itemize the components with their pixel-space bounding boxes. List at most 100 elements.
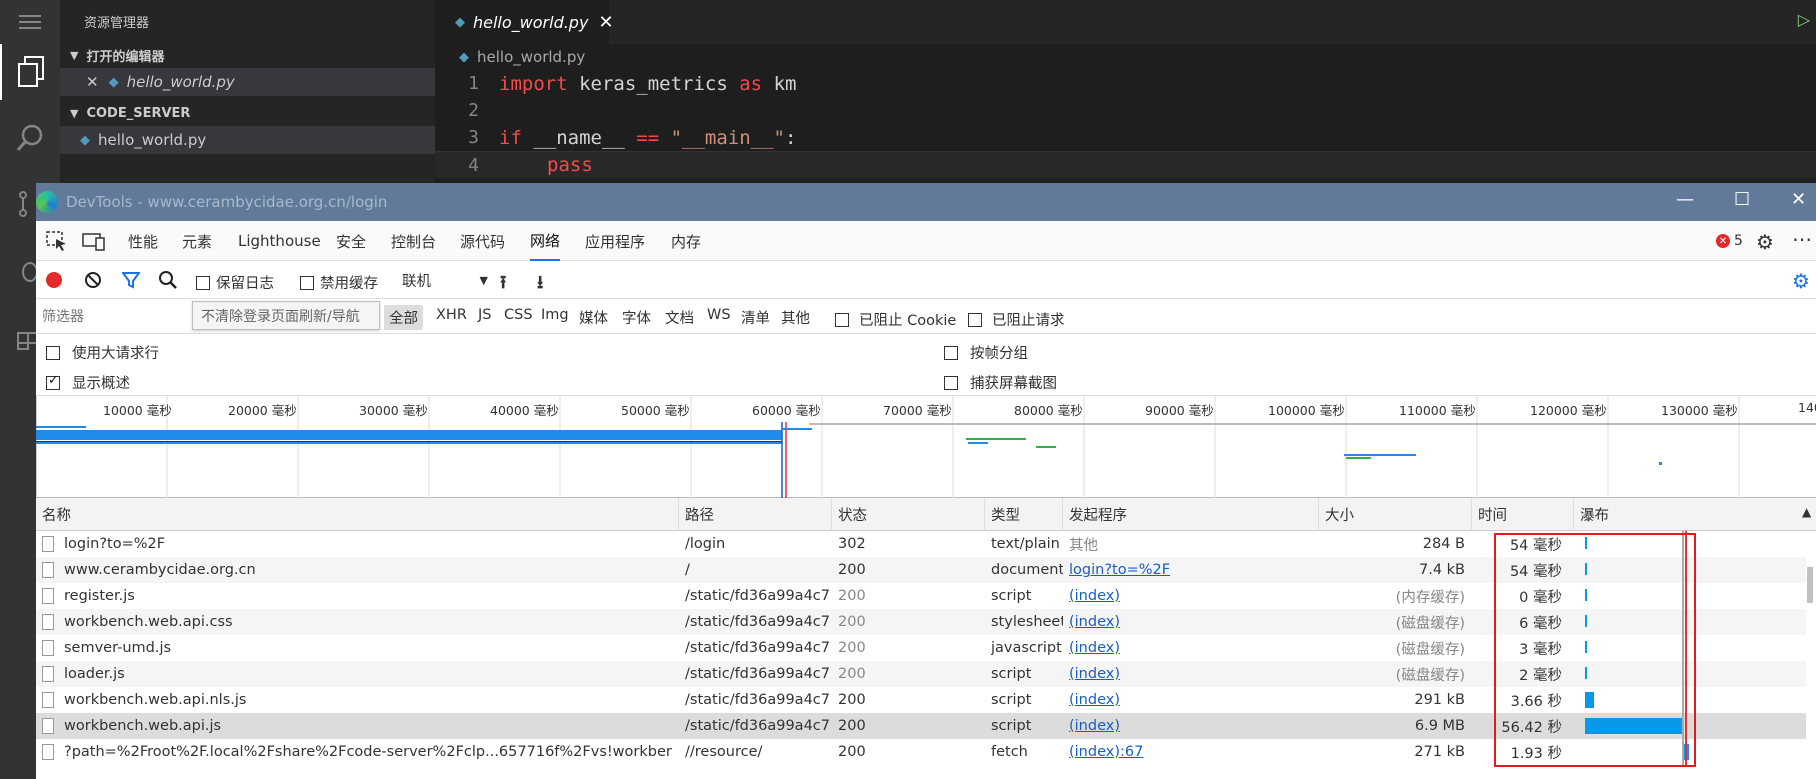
filter-icon[interactable] [121, 271, 141, 293]
checkbox[interactable] [968, 312, 982, 327]
more-options-icon[interactable]: ⋯ [1792, 227, 1812, 251]
cell-initiator[interactable]: (index) [1069, 713, 1319, 739]
devtools-title-bar[interactable]: DevTools - www.cerambycidae.org.cn/login… [36, 183, 1816, 221]
tree-file-item[interactable]: ◆ hello_world.py [60, 126, 435, 154]
disable-cache-checkbox[interactable]: 禁用缓存 [300, 272, 378, 293]
initiator-text[interactable]: login?to=%2F [1069, 562, 1170, 578]
menu-icon[interactable] [0, 0, 60, 44]
breadcrumb[interactable]: ◆ hello_world.py [435, 44, 1816, 70]
col-waterfall[interactable]: 瀑布 [1574, 498, 1804, 531]
col-size[interactable]: 大小 [1319, 498, 1472, 531]
initiator-text[interactable]: (index) [1069, 640, 1120, 656]
cell-initiator[interactable]: (index) [1069, 609, 1319, 635]
filter-other[interactable]: 其他 [781, 307, 810, 328]
cell-initiator[interactable]: (index):67 [1069, 739, 1319, 765]
cell-initiator[interactable]: (index) [1069, 583, 1319, 609]
checkbox[interactable] [46, 345, 60, 360]
maximize-icon[interactable]: ☐ [1734, 189, 1750, 210]
editor-tab[interactable]: ◆ hello_world.py ✕ [435, 0, 614, 44]
tab-sources[interactable]: 源代码 [460, 221, 505, 261]
initiator-text[interactable]: (index) [1069, 614, 1120, 630]
checkbox[interactable] [944, 375, 958, 390]
code-text: keras_metrics [567, 72, 740, 95]
tab-elements[interactable]: 元素 [182, 221, 212, 261]
checkbox[interactable] [196, 275, 210, 290]
code-line-3[interactable]: 3 if __name__ == "__main__" : [435, 124, 1816, 151]
col-path[interactable]: 路径 [679, 498, 832, 531]
tab-console[interactable]: 控制台 [391, 221, 436, 261]
code-line-4[interactable]: 4 pass [435, 151, 1816, 178]
open-editor-item[interactable]: ✕ ◆ hello_world.py [60, 68, 435, 96]
name-text: semver-umd.js [64, 640, 172, 656]
filter-img[interactable]: Img [541, 307, 569, 323]
settings-gear-icon[interactable]: ⚙ [1756, 230, 1774, 254]
cell-initiator[interactable]: (index) [1069, 661, 1319, 687]
filter-css[interactable]: CSS [504, 307, 533, 323]
col-initiator[interactable]: 发起程序 [1063, 498, 1319, 531]
network-settings-icon[interactable]: ⚙ [1792, 269, 1810, 293]
checkbox[interactable] [300, 275, 314, 290]
record-icon[interactable] [46, 272, 62, 288]
code-line-2[interactable]: 2 [435, 97, 1816, 124]
cell-initiator[interactable]: 其他 [1069, 531, 1319, 557]
search-icon[interactable] [0, 110, 60, 166]
throttle-select[interactable]: 联机 ▼ [402, 270, 488, 291]
inspect-element-icon[interactable] [46, 231, 68, 255]
col-status[interactable]: 状态 [832, 498, 985, 531]
filter-input[interactable] [42, 304, 192, 328]
preserve-log-checkbox[interactable]: 保留日志 [196, 272, 274, 293]
col-type[interactable]: 类型 [985, 498, 1063, 531]
initiator-text[interactable]: (index) [1069, 692, 1120, 708]
initiator-text[interactable]: (index):67 [1069, 744, 1143, 760]
cell-initiator[interactable]: login?to=%2F [1069, 557, 1319, 583]
minimize-icon[interactable]: — [1676, 189, 1694, 210]
big-rows-checkbox[interactable]: 使用大请求行 [46, 342, 159, 363]
scrollbar-thumb[interactable] [1807, 567, 1813, 603]
initiator-text[interactable]: (index) [1069, 718, 1120, 734]
filter-all[interactable]: 全部 [384, 305, 423, 330]
tab-performance[interactable]: 性能 [128, 221, 158, 261]
device-toolbar-icon[interactable] [82, 231, 106, 255]
cell-initiator[interactable]: (index) [1069, 687, 1319, 713]
filter-media[interactable]: 媒体 [579, 307, 608, 328]
initiator-text[interactable]: (index) [1069, 666, 1120, 682]
run-icon[interactable]: ▷ [1798, 10, 1810, 29]
tab-network[interactable]: 网络 [530, 221, 561, 261]
tab-lighthouse[interactable]: Lighthouse [238, 221, 321, 261]
import-har-icon[interactable]: ⭱ [500, 270, 506, 300]
code-line-1[interactable]: 1 import keras_metrics as km [435, 70, 1816, 97]
export-har-icon[interactable]: ⭳ [537, 270, 543, 300]
clear-icon[interactable] [84, 271, 102, 293]
tab-memory[interactable]: 内存 [671, 221, 701, 261]
filter-font[interactable]: 字体 [622, 307, 651, 328]
group-by-frame-checkbox[interactable]: 按帧分组 [944, 342, 1028, 363]
cell-initiator[interactable]: (index) [1069, 635, 1319, 661]
filter-manifest[interactable]: 清单 [741, 307, 770, 328]
checkbox-checked[interactable] [46, 373, 60, 390]
col-time[interactable]: 时间 [1472, 498, 1574, 531]
search-icon[interactable] [158, 270, 178, 294]
workspace-section[interactable]: ▼ CODE_SERVER [60, 100, 435, 126]
filter-doc[interactable]: 文档 [665, 307, 694, 328]
filter-js[interactable]: JS [478, 307, 491, 323]
error-badge[interactable]: ✕ 5 [1716, 233, 1743, 249]
col-name[interactable]: 名称 [36, 498, 679, 531]
capture-screenshots-checkbox[interactable]: 捕获屏幕截图 [944, 372, 1057, 393]
close-icon[interactable]: ✕ [598, 12, 613, 33]
checkbox[interactable] [944, 345, 958, 360]
checkbox[interactable] [835, 312, 849, 327]
blocked-requests-checkbox[interactable]: 已阻止请求 [968, 309, 1065, 330]
open-editors-section[interactable]: ▼ 打开的编辑器 [60, 42, 435, 68]
explorer-icon[interactable] [0, 44, 60, 100]
network-overview-timeline[interactable]: 10000 毫秒 20000 毫秒 30000 毫秒 40000 毫秒 5000… [36, 396, 1816, 498]
filter-xhr[interactable]: XHR [436, 307, 467, 323]
tab-application[interactable]: 应用程序 [585, 221, 645, 261]
filter-ws[interactable]: WS [707, 307, 731, 323]
close-icon[interactable]: ✕ [86, 73, 99, 91]
show-overview-checkbox[interactable]: 显示概述 [46, 372, 130, 393]
close-window-icon[interactable]: ✕ [1791, 189, 1806, 210]
initiator-text[interactable]: (index) [1069, 588, 1120, 604]
sort-up-icon[interactable]: ▲ [1802, 505, 1811, 519]
tab-security[interactable]: 安全 [336, 221, 366, 261]
blocked-cookies-checkbox[interactable]: 已阻止 Cookie [835, 309, 956, 330]
